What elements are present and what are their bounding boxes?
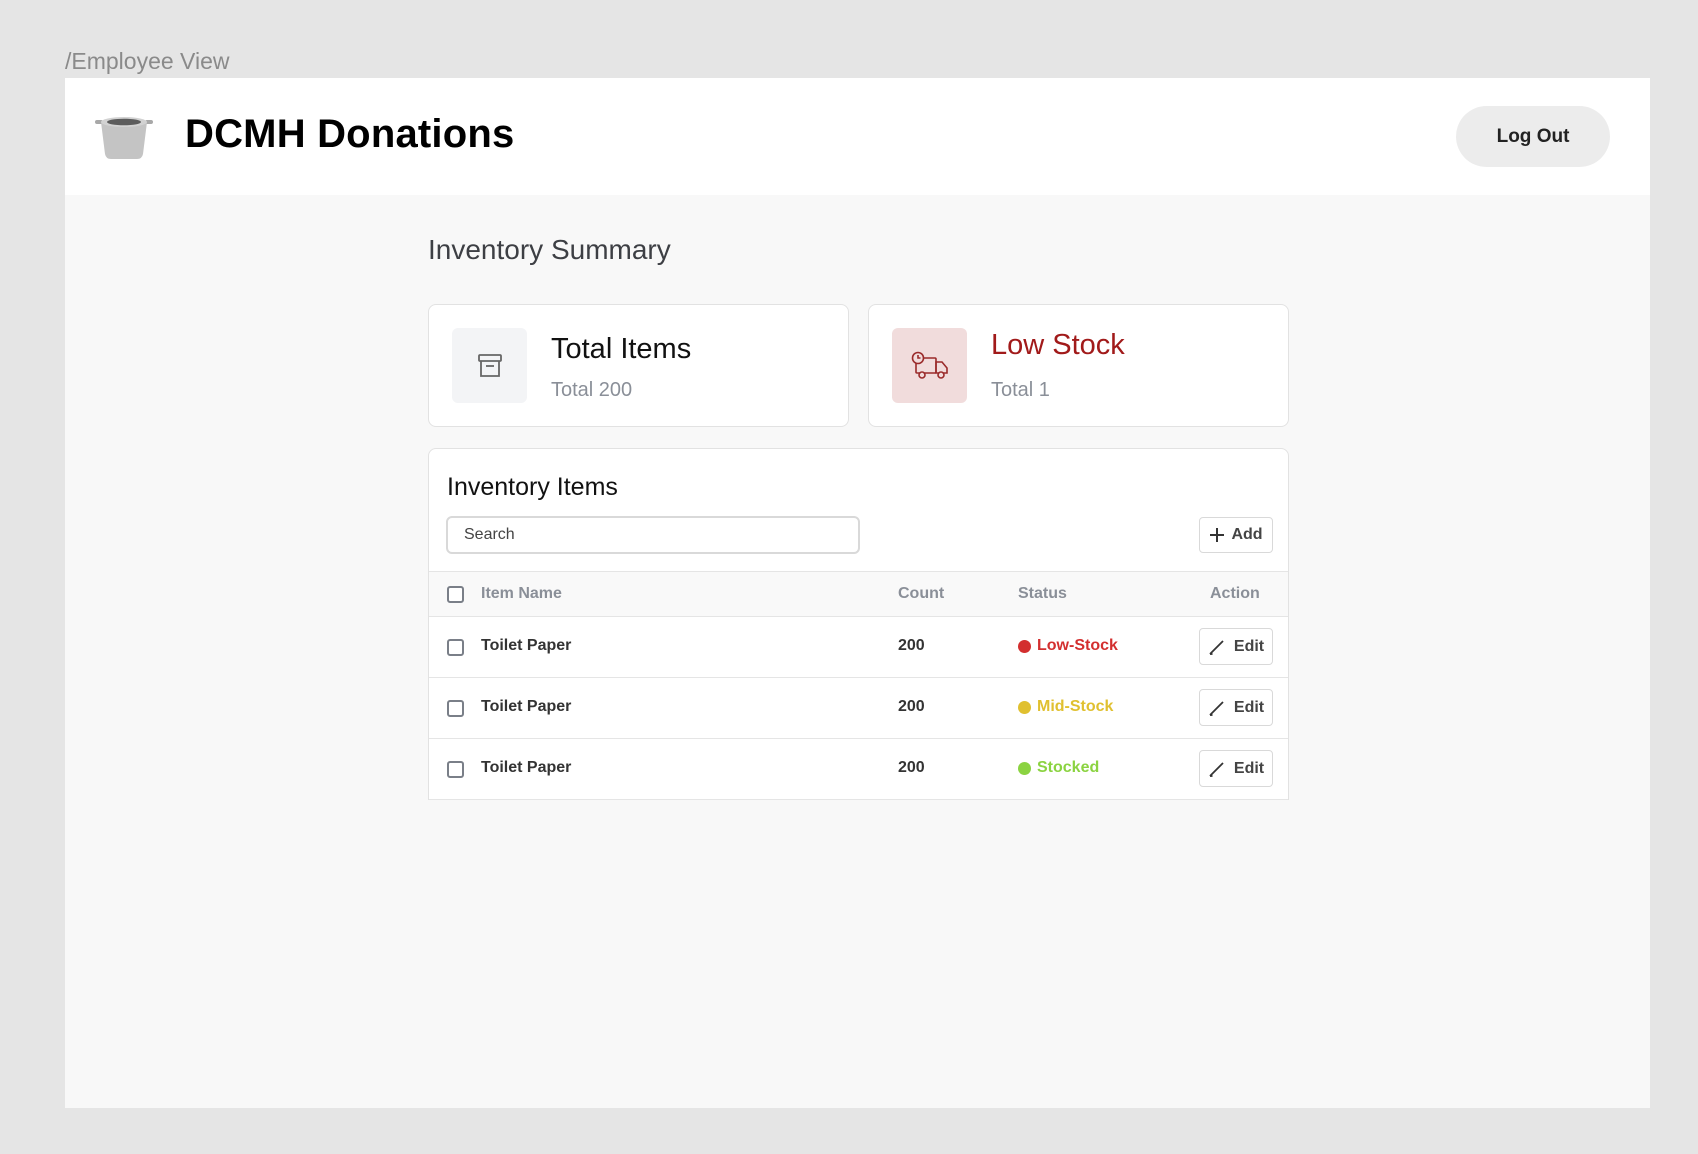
table-row: Toilet Paper 200 Stocked Edit bbox=[429, 739, 1288, 800]
column-action: Action bbox=[1210, 585, 1260, 602]
total-items-icon-box bbox=[452, 328, 527, 403]
item-count: 200 bbox=[898, 759, 925, 776]
status-badge: Stocked bbox=[1018, 759, 1099, 777]
pencil-icon bbox=[1209, 639, 1224, 655]
status-dot-icon bbox=[1018, 639, 1031, 653]
pencil-icon bbox=[1209, 700, 1224, 716]
row-checkbox[interactable] bbox=[447, 639, 464, 656]
archive-box-icon bbox=[477, 353, 502, 377]
status-dot-icon bbox=[1018, 761, 1031, 775]
item-count: 200 bbox=[898, 698, 925, 715]
summary-title: Inventory Summary bbox=[428, 234, 671, 265]
plus-icon bbox=[1210, 528, 1225, 542]
row-checkbox[interactable] bbox=[447, 761, 464, 778]
edit-button-label: Edit bbox=[1233, 637, 1265, 655]
total-items-title: Total Items bbox=[551, 333, 692, 365]
low-stock-icon-box bbox=[892, 328, 967, 403]
edit-button[interactable]: Edit bbox=[1199, 628, 1273, 665]
column-count: Count bbox=[898, 585, 945, 602]
logout-button[interactable]: Log Out bbox=[1456, 106, 1610, 167]
add-button-label: Add bbox=[1231, 526, 1263, 543]
frame-label: /Employee View bbox=[65, 48, 230, 74]
status-text: Stocked bbox=[1037, 759, 1100, 776]
low-stock-card: Low Stock Total 1 bbox=[868, 304, 1289, 427]
pencil-icon bbox=[1209, 761, 1224, 777]
app-frame: DCMH Donations Log Out Inventory Summary… bbox=[65, 78, 1650, 1108]
total-items-value: Total 200 bbox=[551, 379, 633, 401]
select-all-checkbox[interactable] bbox=[447, 586, 464, 603]
inventory-panel: Inventory Items Add Item Name Count Stat… bbox=[428, 448, 1289, 800]
low-stock-title: Low Stock bbox=[991, 329, 1125, 361]
table-header: Item Name Count Status Action bbox=[429, 571, 1288, 617]
edit-button-label: Edit bbox=[1233, 759, 1265, 777]
table-row: Toilet Paper 200 Mid-Stock Edit bbox=[429, 678, 1288, 739]
search-input[interactable] bbox=[446, 516, 860, 554]
status-badge: Low-Stock bbox=[1018, 637, 1118, 655]
edit-button-label: Edit bbox=[1233, 698, 1265, 716]
status-dot-icon bbox=[1018, 700, 1031, 714]
delivery-truck-icon bbox=[911, 351, 948, 379]
column-item-name: Item Name bbox=[481, 585, 562, 602]
edit-button[interactable]: Edit bbox=[1199, 689, 1273, 726]
column-status: Status bbox=[1018, 585, 1067, 602]
item-name: Toilet Paper bbox=[481, 698, 572, 715]
cooking-pot-icon bbox=[95, 117, 153, 159]
status-text: Low-Stock bbox=[1037, 637, 1118, 654]
item-name: Toilet Paper bbox=[481, 759, 572, 776]
table-row: Toilet Paper 200 Low-Stock Edit bbox=[429, 617, 1288, 678]
status-badge: Mid-Stock bbox=[1018, 698, 1113, 716]
item-count: 200 bbox=[898, 637, 925, 654]
total-items-card: Total Items Total 200 bbox=[428, 304, 849, 427]
add-button[interactable]: Add bbox=[1199, 517, 1273, 553]
top-header: DCMH Donations Log Out bbox=[65, 78, 1650, 195]
inventory-title: Inventory Items bbox=[447, 473, 618, 501]
edit-button[interactable]: Edit bbox=[1199, 750, 1273, 787]
row-checkbox[interactable] bbox=[447, 700, 464, 717]
brand-title: DCMH Donations bbox=[185, 112, 515, 156]
status-text: Mid-Stock bbox=[1037, 698, 1114, 715]
low-stock-value: Total 1 bbox=[991, 379, 1050, 401]
item-name: Toilet Paper bbox=[481, 637, 572, 654]
